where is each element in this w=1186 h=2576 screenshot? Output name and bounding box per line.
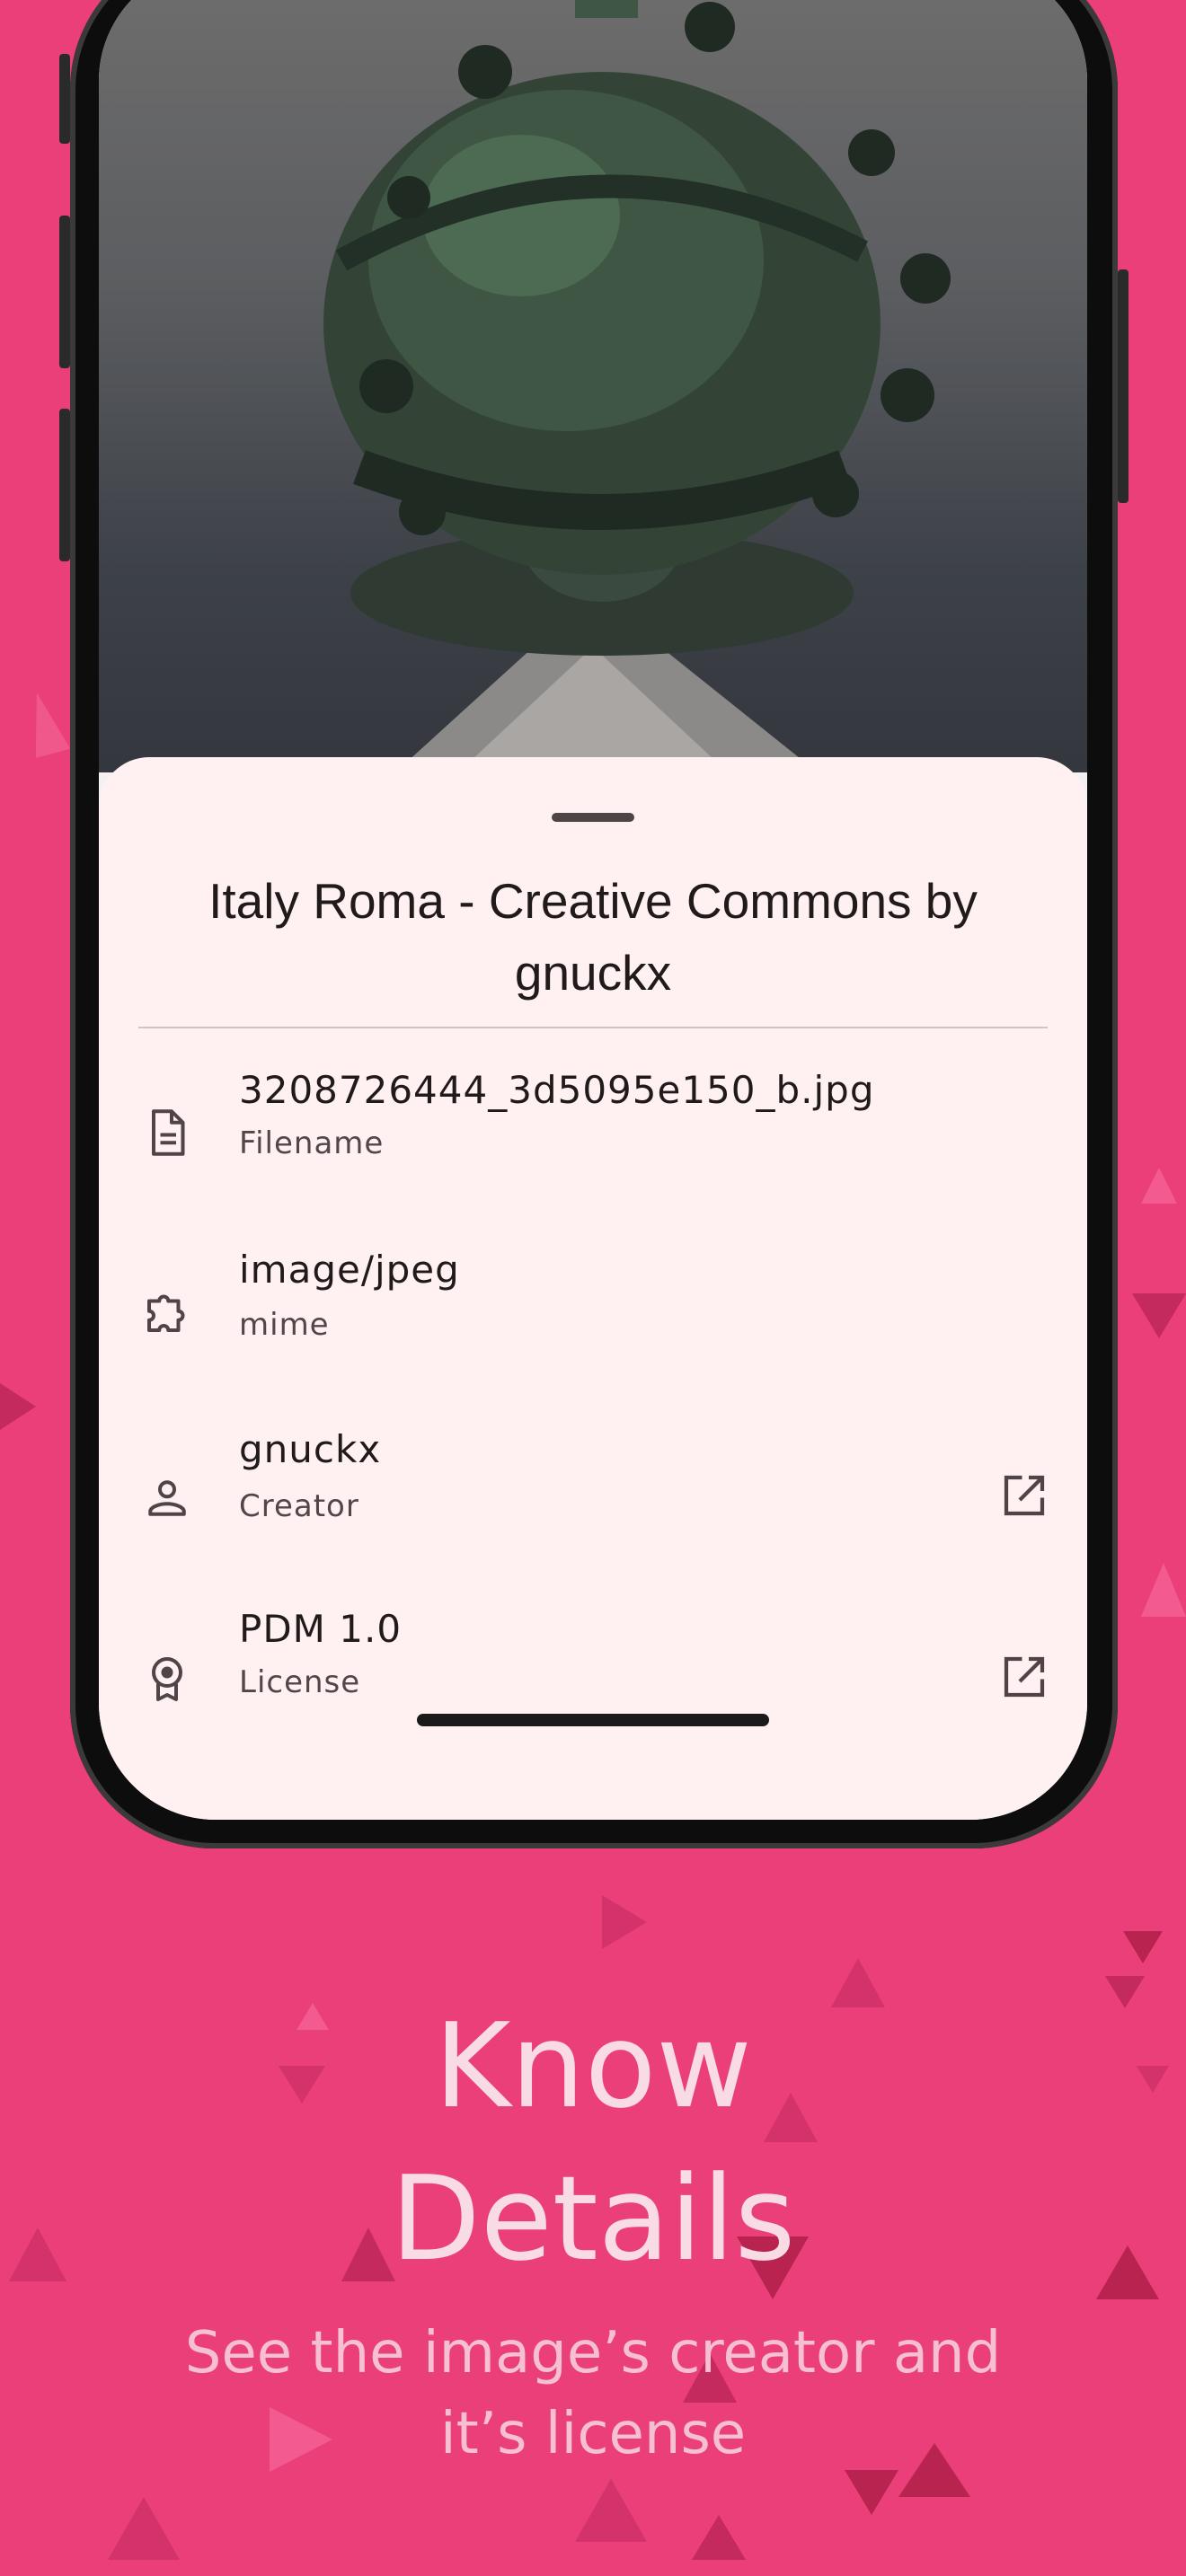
detail-item-license[interactable]: PDM 1.0 License [99, 1589, 1087, 1769]
detail-item-filename: 3208726444_3d5095e150_b.jpg Filename [99, 1045, 1087, 1224]
license-icon [152, 1657, 182, 1701]
promo-subline-line1: See the image’s creator and [184, 2320, 1002, 2386]
sheet-title: Italy Roma - Creative Commons by gnuckx [208, 873, 978, 1001]
drag-handle[interactable] [552, 813, 634, 822]
promo-subline-line2: it’s license [439, 2401, 747, 2467]
divider [138, 1027, 1048, 1028]
detail-item-creator[interactable]: gnuckx Creator [99, 1407, 1087, 1587]
mime-value: image/jpeg [239, 1248, 460, 1292]
photo-preview [99, 0, 1087, 772]
mime-label: mime [239, 1307, 330, 1343]
promo-subline: See the image’s creator and it’s license [144, 2313, 1042, 2475]
promo-headline-line2: Details [390, 2150, 796, 2287]
file-icon [152, 1109, 185, 1156]
open-in-new-icon[interactable] [997, 1650, 1051, 1704]
open-in-new-icon[interactable] [997, 1469, 1051, 1522]
statue-image [323, 0, 951, 772]
creator-label: Creator [239, 1488, 359, 1524]
phone-screen: Italy Roma - Creative Commons by gnuckx … [99, 0, 1087, 1820]
home-indicator [417, 1714, 769, 1726]
details-bottom-sheet: Italy Roma - Creative Commons by gnuckx … [99, 757, 1087, 1820]
license-label: License [239, 1664, 361, 1700]
phone-volume-down-button [59, 409, 70, 561]
extension-icon [147, 1294, 185, 1332]
promo-headline: Know Details [0, 1989, 1186, 2295]
phone-power-button [1118, 269, 1128, 503]
person-icon [148, 1480, 186, 1516]
phone-volume-up-button [59, 216, 70, 368]
creator-value: gnuckx [239, 1427, 382, 1471]
detail-item-mime: image/jpeg mime [99, 1226, 1087, 1406]
filename-label: Filename [239, 1125, 385, 1161]
license-value: PDM 1.0 [239, 1607, 403, 1651]
filename-value: 3208726444_3d5095e150_b.jpg [239, 1068, 875, 1112]
phone-action-button [59, 54, 70, 144]
promo-headline-line1: Know [434, 1998, 752, 2134]
